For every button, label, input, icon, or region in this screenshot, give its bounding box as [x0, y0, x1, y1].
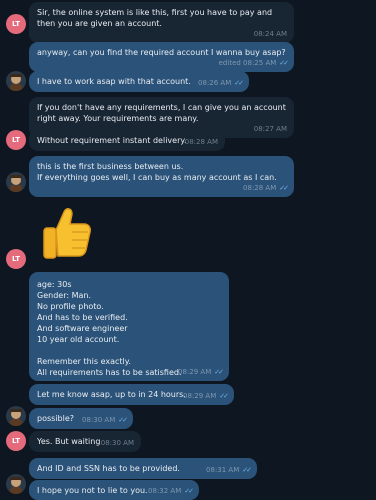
read-check-icon: ✓✓	[214, 368, 224, 376]
message-bubble[interactable]: Let me know asap, up to in 24 hours. 08:…	[29, 384, 234, 405]
contact-initials: LT	[11, 136, 21, 144]
message-time: 08:24 AM	[253, 30, 287, 38]
message-time: 08:27 AM	[253, 125, 287, 133]
user-avatar[interactable]	[6, 172, 26, 192]
message-bubble[interactable]: Yes. But waiting 08:30 AM	[29, 431, 141, 452]
message-time: 08:30 AM	[82, 416, 116, 424]
message-time: 08:30 AM	[100, 439, 134, 447]
message-time: 08:26 AM	[198, 79, 232, 87]
message-text: If you don't have any requirements, I ca…	[37, 103, 289, 123]
read-check-icon: ✓✓	[219, 392, 229, 400]
message-text: anyway, can you find the required accoun…	[37, 48, 286, 57]
message-time: 08:28 AM	[243, 184, 277, 192]
contact-avatar[interactable]: LT	[6, 249, 26, 269]
message-bubble[interactable]: I hope you not to lie to you. 08:32 AM ✓✓	[29, 480, 199, 500]
message-bubble[interactable]: possible? 08:30 AM ✓✓	[29, 408, 133, 429]
message-bubble[interactable]: anyway, can you find the required accoun…	[29, 42, 294, 72]
message-time: 08:29 AM	[183, 392, 217, 400]
message-bubble[interactable]: And ID and SSN has to be provided. 08:31…	[29, 458, 257, 479]
message-bubble[interactable]: I have to work asap with that account. 0…	[29, 71, 249, 92]
contact-avatar[interactable]: LT	[6, 431, 26, 451]
message-text: this is the first business between us. I…	[37, 162, 277, 182]
message-bubble[interactable]: age: 30s Gender: Man. No profile photo. …	[29, 272, 229, 381]
contact-initials: LT	[11, 255, 21, 263]
read-check-icon: ✓✓	[184, 487, 194, 495]
thumbs-up-sticker[interactable]	[36, 202, 96, 262]
user-avatar-icon	[10, 477, 22, 494]
message-time: 08:29 AM	[178, 368, 212, 376]
contact-initials: LT	[11, 437, 21, 445]
thumbs-up-icon	[43, 208, 91, 259]
message-time: 08:31 AM	[206, 466, 240, 474]
contact-initials: LT	[11, 20, 21, 28]
read-check-icon: ✓✓	[118, 416, 128, 424]
message-time: 08:32 AM	[148, 487, 182, 495]
read-check-icon: ✓✓	[234, 79, 244, 87]
user-avatar-icon	[10, 74, 22, 91]
message-bubble[interactable]: this is the first business between us. I…	[29, 156, 294, 197]
user-avatar-icon	[10, 175, 22, 192]
message-bubble[interactable]: Without requirement instant delivery. 08…	[29, 130, 225, 151]
message-time: 08:28 AM	[184, 138, 218, 146]
message-bubble[interactable]: Sir, the online system is like this, fir…	[29, 2, 294, 43]
user-avatar[interactable]	[6, 474, 26, 494]
contact-avatar[interactable]: LT	[6, 130, 26, 150]
user-avatar[interactable]	[6, 406, 26, 426]
message-time: edited 08:25 AM	[218, 59, 277, 67]
message-text: Sir, the online system is like this, fir…	[37, 8, 275, 28]
contact-avatar[interactable]: LT	[6, 14, 26, 34]
read-check-icon: ✓✓	[279, 59, 289, 67]
user-avatar[interactable]	[6, 71, 26, 91]
message-text: age: 30s Gender: Man. No profile photo. …	[37, 280, 182, 377]
read-check-icon: ✓✓	[279, 184, 289, 192]
read-check-icon: ✓✓	[242, 466, 252, 474]
user-avatar-icon	[10, 409, 22, 426]
